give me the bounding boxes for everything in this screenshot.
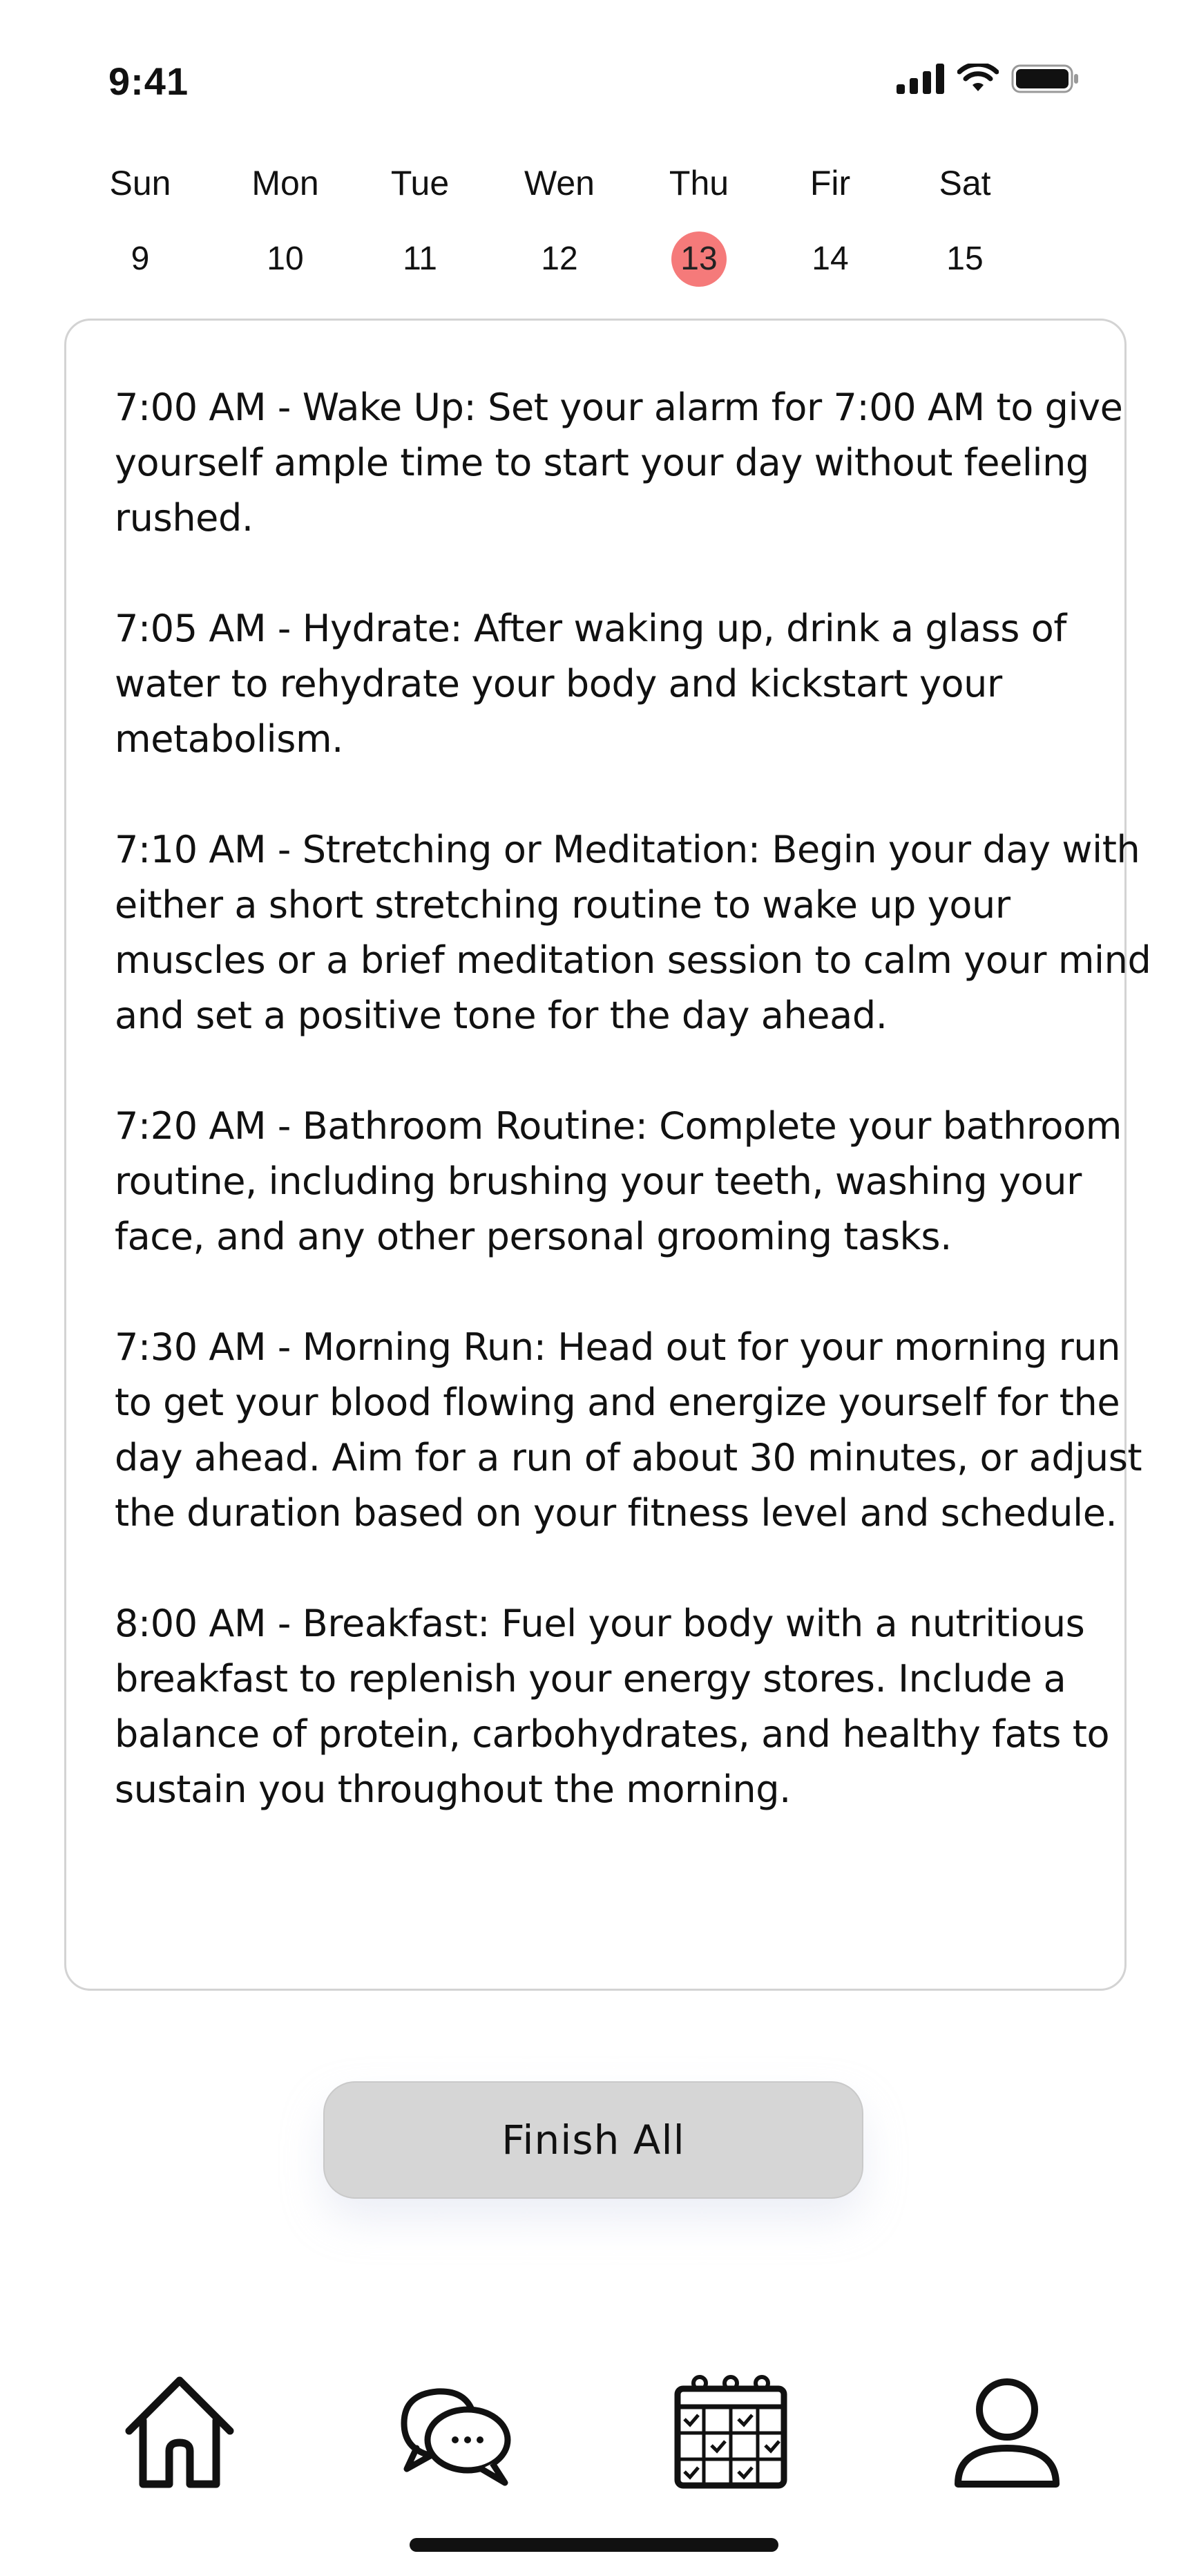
tab-chat[interactable]: [396, 2374, 513, 2491]
routine-entry: 7:10 AM - Stretching or Meditation: Begi…: [115, 828, 1151, 1037]
day-mon[interactable]: Mon 10: [230, 162, 341, 294]
wifi-icon: [957, 64, 999, 91]
day-name: Tue: [390, 164, 450, 202]
routine-entry: 7:00 AM - Wake Up: Set your alarm for 7:…: [115, 386, 1123, 540]
day-sun[interactable]: Sun 9: [85, 162, 195, 294]
routine-entry: 7:30 AM - Morning Run: Head out for your…: [115, 1325, 1142, 1535]
calendar-icon: [674, 2375, 787, 2489]
tab-home[interactable]: [121, 2374, 238, 2491]
day-wen[interactable]: Wen 12: [504, 162, 615, 294]
status-icons: [897, 64, 1079, 94]
day-number: 15: [946, 240, 984, 277]
day-number: 14: [812, 240, 849, 277]
status-time: 9:41: [108, 59, 189, 103]
day-name: Wen: [524, 164, 595, 202]
home-indicator: [410, 2538, 778, 2552]
day-sat[interactable]: Sat 15: [910, 162, 1020, 294]
routine-entry: 7:20 AM - Bathroom Routine: Complete you…: [115, 1104, 1122, 1258]
day-fir[interactable]: Fir 14: [775, 162, 885, 294]
day-number: 12: [541, 240, 578, 277]
profile-icon: [955, 2378, 1060, 2488]
day-name: Sat: [939, 164, 991, 202]
finish-all-button[interactable]: Finish All: [323, 2081, 863, 2199]
day-thu[interactable]: Thu 13: [644, 162, 754, 294]
tab-calendar[interactable]: [672, 2374, 789, 2491]
day-number-selected: 13: [671, 231, 727, 287]
day-tue[interactable]: Tue 11: [365, 162, 475, 294]
day-name: Fir: [809, 164, 851, 202]
battery-icon: [1011, 64, 1078, 93]
day-number: 10: [267, 240, 304, 277]
cellular-signal-icon: [897, 64, 944, 94]
day-name: Thu: [669, 164, 729, 202]
day-name: Sun: [109, 164, 171, 202]
day-number: 11: [403, 240, 437, 277]
day-number: 9: [131, 240, 150, 277]
routine-card: 7:00 AM - Wake Up: Set your alarm for 7:…: [64, 319, 1151, 1991]
home-icon: [125, 2376, 234, 2488]
week-strip: Sun 9 Mon 10 Tue 11 Wen 12 Thu 13 Fir 14…: [0, 162, 1188, 294]
routine-entry: 8:00 AM - Breakfast: Fuel your body with…: [115, 1602, 1110, 1811]
tab-profile[interactable]: [948, 2374, 1066, 2491]
day-name: Mon: [251, 164, 319, 202]
routine-entry: 7:05 AM - Hydrate: After waking up, drin…: [115, 607, 1066, 761]
chat-icon: [401, 2388, 511, 2486]
